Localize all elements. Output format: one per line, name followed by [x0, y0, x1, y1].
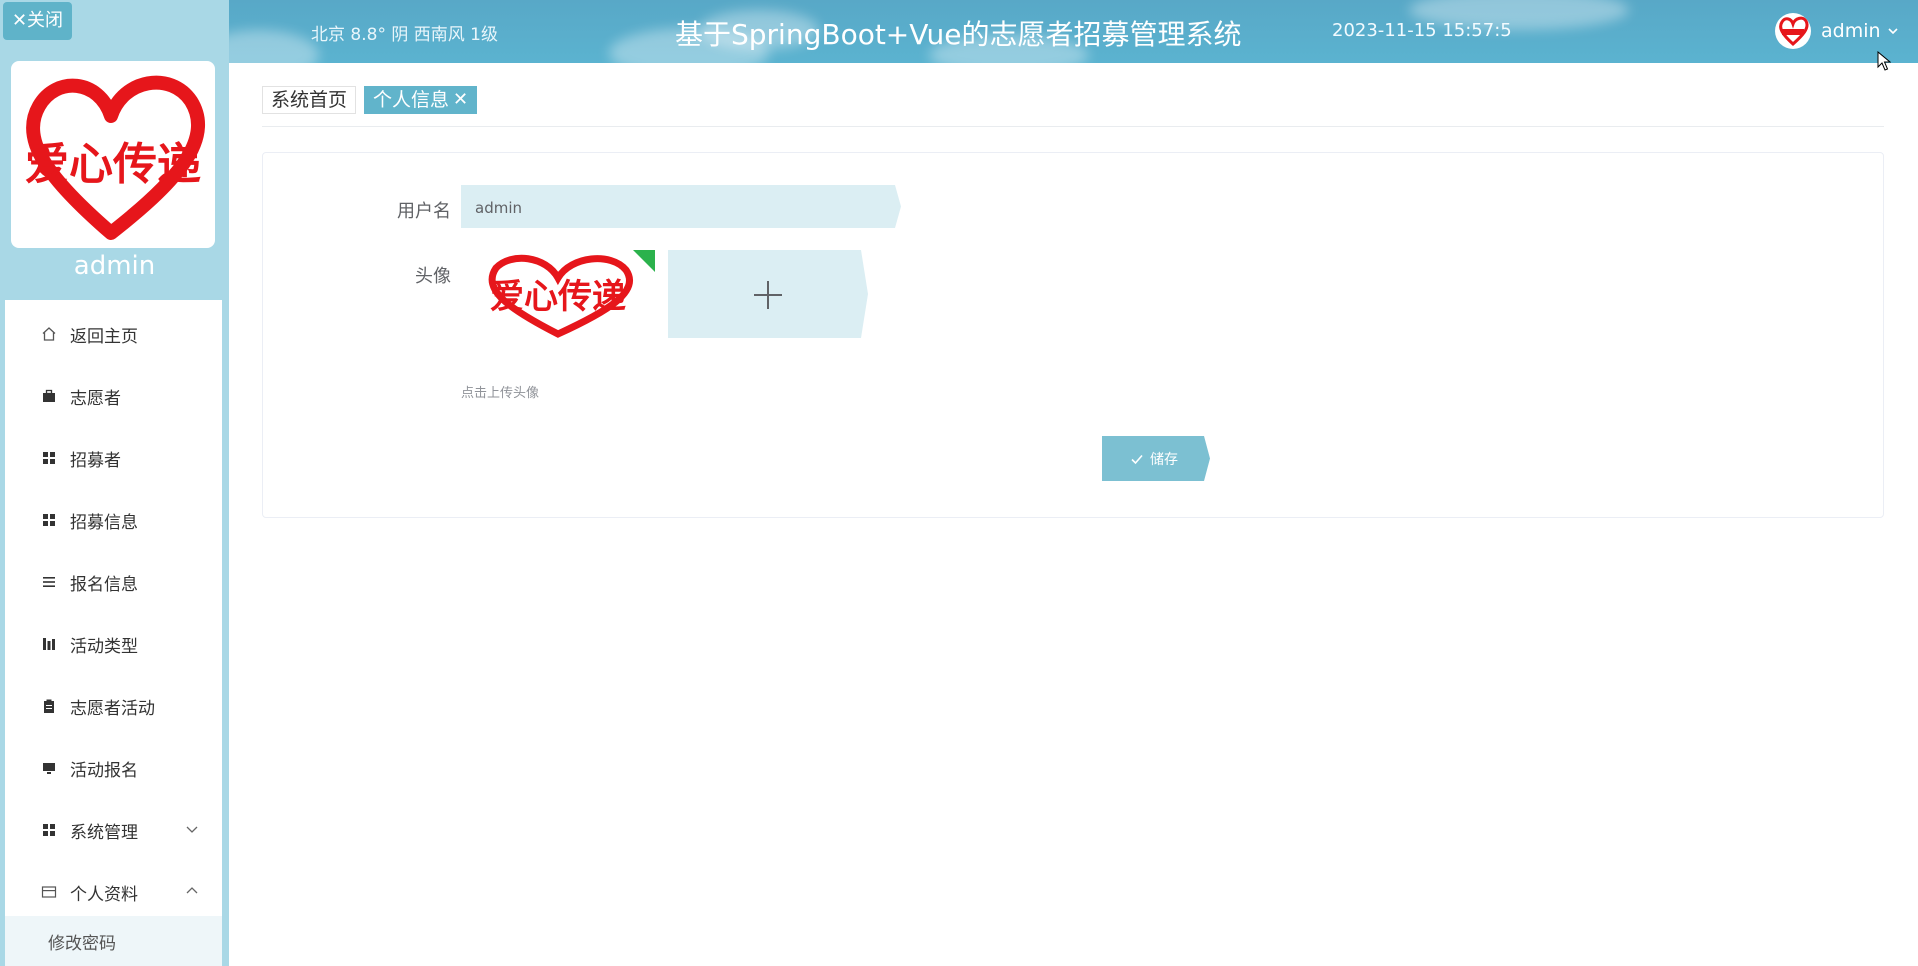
sidebar-item-profile[interactable]: 个人资料	[5, 861, 222, 923]
close-icon[interactable]: ✕	[453, 87, 468, 113]
sidebar-item-label: 返回主页	[70, 326, 138, 347]
grid-icon	[43, 452, 55, 464]
username-field[interactable]	[461, 185, 901, 230]
sidebar-item-recruit-info[interactable]: 招募信息	[5, 489, 222, 551]
clipboard-icon	[44, 699, 54, 713]
tab-divider	[262, 126, 1884, 127]
sidebar-item-label: 招募者	[70, 450, 121, 471]
top-header: 北京 8.8° 阴 西南风 1级 基于SpringBoot+Vue的志愿者招募管…	[229, 0, 1918, 63]
sidebar-username: admin	[73, 251, 156, 281]
list-icon	[43, 577, 55, 587]
sidebar-item-activity-signup[interactable]: 活动报名	[5, 737, 222, 799]
sidebar-item-signup-info[interactable]: 报名信息	[5, 551, 222, 613]
sidebar-subitem-change-password[interactable]: 修改密码	[5, 916, 222, 966]
save-button-content: 储存	[1102, 436, 1206, 481]
weather-info: 北京 8.8° 阴 西南风 1级	[311, 25, 498, 45]
sidebar-item-label: 系统管理	[70, 822, 138, 843]
sidebar-item-home[interactable]: 返回主页	[5, 303, 222, 365]
briefcase-icon	[43, 389, 55, 402]
chevron-up-icon	[186, 887, 198, 894]
plus-icon	[754, 281, 782, 309]
user-dropdown[interactable]: admin	[1775, 12, 1899, 50]
sidebar-item-recruiters[interactable]: 招募者	[5, 427, 222, 489]
grid-icon	[43, 824, 55, 836]
heart-logo-icon	[1779, 16, 1809, 47]
grid-icon	[43, 514, 55, 526]
mouse-cursor-icon	[1877, 51, 1891, 71]
monitor-icon	[43, 763, 55, 774]
save-button[interactable]: 储存	[1102, 436, 1210, 481]
sidebar-item-label: 活动报名	[70, 760, 138, 781]
current-datetime: 2023-11-15 15:57:5	[1332, 20, 1512, 41]
sidebar-item-volunteer-activities[interactable]: 志愿者活动	[5, 675, 222, 737]
sidebar-item-label: 招募信息	[70, 512, 138, 533]
id-card-icon	[41, 886, 57, 898]
username-label: 用户名	[397, 201, 451, 222]
sidebar-item-activity-types[interactable]: 活动类型	[5, 613, 222, 675]
tab-personal-info[interactable]: 个人信息 ✕	[364, 86, 478, 114]
upload-hint: 点击上传头像	[461, 386, 540, 401]
chevron-down-icon	[1887, 28, 1898, 35]
chevron-down-icon	[186, 826, 198, 833]
avatar-preview-image[interactable]: 爱心传递	[461, 250, 655, 340]
check-icon	[1131, 454, 1143, 464]
cloud-decoration	[229, 30, 319, 63]
avatar	[1775, 13, 1811, 49]
sidebar-item-label: 志愿者	[70, 388, 121, 409]
heart-logo-icon: 爱心传递	[25, 75, 205, 240]
sidebar-menu: 返回主页 志愿者 招募者 招募信息 报名信息 活动类型 志愿者活动 活动报名 系…	[5, 300, 222, 966]
close-sidebar-button[interactable]: ✕关闭	[3, 2, 72, 40]
username-input[interactable]	[473, 185, 857, 230]
tab-home[interactable]: 系统首页	[262, 86, 357, 114]
tab-label: 个人信息	[373, 89, 450, 111]
heart-logo-icon: 爱心传递	[488, 250, 655, 338]
page-title: 基于SpringBoot+Vue的志愿者招募管理系统	[675, 18, 1242, 51]
sidebar-item-label: 活动类型	[70, 636, 138, 657]
sidebar-item-volunteers[interactable]: 志愿者	[5, 365, 222, 427]
home-icon	[42, 327, 56, 341]
header-username: admin	[1821, 20, 1881, 42]
tab-bar: 系统首页 个人信息 ✕	[262, 86, 478, 114]
avatar-logo-text: 爱心传递	[490, 277, 626, 317]
chart-icon	[43, 638, 55, 650]
logo-text: 爱心传递	[25, 139, 201, 190]
avatar-upload-button[interactable]	[668, 250, 868, 338]
sidebar-item-label: 报名信息	[70, 574, 138, 595]
sidebar-item-label: 个人资料	[70, 884, 138, 905]
avatar-label: 头像	[415, 266, 451, 287]
sidebar-logo: 爱心传递	[11, 61, 215, 248]
sidebar-item-system-management[interactable]: 系统管理	[5, 799, 222, 861]
save-button-label: 储存	[1150, 451, 1178, 468]
sidebar-item-label: 志愿者活动	[70, 698, 155, 719]
sidebar: ✕关闭 爱心传递 admin 返回主页 志愿者 招募者 招募信息 报名信息 活动…	[0, 0, 229, 966]
